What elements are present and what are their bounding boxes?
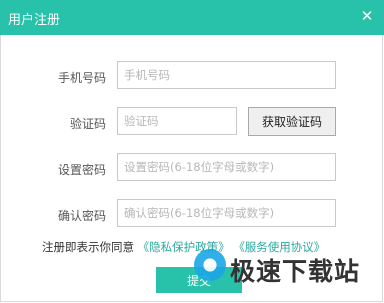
get-code-button[interactable]: 获取验证码 [248, 107, 336, 136]
code-input[interactable] [117, 107, 237, 135]
confirm-password-input[interactable] [117, 199, 336, 227]
window-title: 用户注册 [8, 13, 61, 28]
download-site-logo-icon [194, 249, 226, 281]
code-label: 验证码 [69, 117, 106, 131]
phone-label: 手机号码 [57, 71, 106, 85]
password-input[interactable] [117, 153, 336, 181]
close-icon[interactable]: ✕ [358, 7, 376, 25]
title-bar: 用户注册 ✕ [0, 0, 384, 35]
confirm-password-label: 确认密码 [57, 209, 106, 223]
password-label: 设置密码 [57, 163, 106, 177]
phone-input[interactable] [117, 61, 336, 89]
watermark-text: 极速下载站 [230, 257, 361, 286]
agreement-text: 注册即表示你同意 [42, 240, 134, 254]
